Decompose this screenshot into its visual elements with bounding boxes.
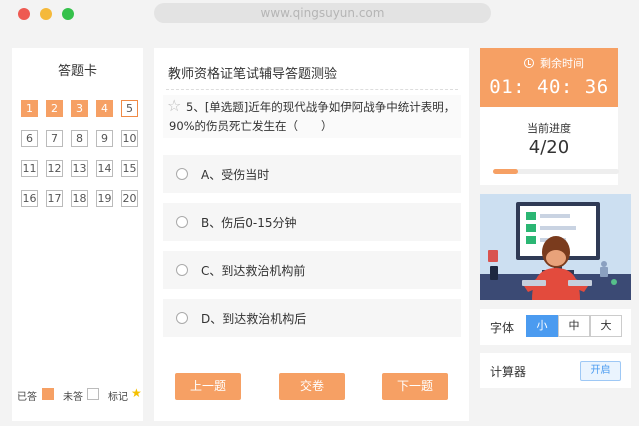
timer-header: 剩余时间 01: 40: 36 — [480, 48, 618, 107]
legend-unanswered-swatch — [87, 388, 99, 400]
calculator-open-button[interactable]: 开启 — [580, 361, 621, 381]
title-divider — [166, 89, 458, 90]
question-box: ☆ 5、[单选题]近年的现代战争如伊阿战争中统计表明，90%的伤员死亡发生在（ … — [163, 95, 461, 138]
answer-card-cell[interactable]: 11 — [21, 160, 38, 177]
option-d-label: D、到达救治机构后 — [201, 312, 307, 326]
answer-card-cell[interactable]: 5 — [121, 100, 138, 117]
answer-card-title: 答题卡 — [57, 64, 97, 79]
answer-card-cell[interactable]: 15 — [121, 160, 138, 177]
answer-card-cell[interactable]: 4 — [96, 100, 113, 117]
prev-question-button[interactable]: 上一题 — [175, 373, 241, 400]
next-question-button[interactable]: 下一题 — [382, 373, 448, 400]
answer-card-cell[interactable]: 7 — [46, 130, 63, 147]
font-size-medium-button[interactable]: 中 — [558, 315, 590, 337]
exam-title: 教师资格证笔试辅导答题测验 — [168, 67, 338, 82]
option-a-label: A、受伤当时 — [201, 168, 270, 182]
answer-card-cell[interactable]: 12 — [46, 160, 63, 177]
option-b[interactable]: B、伤后0-15分钟 — [163, 203, 461, 241]
option-c-radio[interactable] — [176, 264, 188, 276]
star-icon: ★ — [131, 386, 142, 400]
submit-exam-button[interactable]: 交卷 — [279, 373, 345, 400]
legend-marked-label: 标记 — [108, 392, 128, 403]
option-a[interactable]: A、受伤当时 — [163, 155, 461, 193]
answer-card-cell[interactable]: 17 — [46, 190, 63, 207]
answer-card-cell[interactable]: 16 — [21, 190, 38, 207]
calculator-label: 计算器 — [490, 365, 527, 379]
answer-card-cell[interactable]: 2 — [46, 100, 63, 117]
answer-card-cell[interactable]: 8 — [71, 130, 88, 147]
option-c[interactable]: C、到达救治机构前 — [163, 251, 461, 289]
question-text: 5、[单选题]近年的现代战争如伊阿战争中统计表明，90%的伤员死亡发生在（ ） — [169, 100, 456, 133]
question-panel: 教师资格证笔试辅导答题测验 ☆ 5、[单选题]近年的现代战争如伊阿战争中统计表明… — [154, 48, 469, 421]
progress-label: 当前进度 — [527, 122, 571, 135]
answer-card-cell[interactable]: 13 — [71, 160, 88, 177]
answer-card-cell[interactable]: 6 — [21, 130, 38, 147]
remaining-time-value: 01: 40: 36 — [489, 76, 609, 98]
legend-answered-label: 已答 — [17, 392, 37, 403]
window-titlebar: www.qingsuyun.com — [0, 0, 639, 28]
option-a-radio[interactable] — [176, 168, 188, 180]
answer-card-cell[interactable]: 1 — [21, 100, 38, 117]
answer-card-cell[interactable]: 18 — [71, 190, 88, 207]
legend-unanswered-label: 未答 — [63, 392, 83, 403]
font-size-small-button[interactable]: 小 — [526, 315, 558, 337]
calculator-panel: 计算器 开启 — [480, 353, 631, 388]
maximize-window-button[interactable] — [62, 8, 74, 20]
person-at-computer-illustration — [480, 194, 631, 300]
option-d-radio[interactable] — [176, 312, 188, 324]
answer-card-cell[interactable]: 20 — [121, 190, 138, 207]
study-illustration — [480, 194, 631, 300]
answer-card-legend: 已答 未答 标记 ★ — [17, 386, 143, 403]
timer-panel: 剩余时间 01: 40: 36 当前进度 4/20 — [480, 48, 619, 185]
answer-card-cell[interactable]: 14 — [96, 160, 113, 177]
answer-card-cell[interactable]: 3 — [71, 100, 88, 117]
legend-answered-swatch — [42, 388, 54, 400]
option-b-radio[interactable] — [176, 216, 188, 228]
option-d[interactable]: D、到达救治机构后 — [163, 299, 461, 337]
option-b-label: B、伤后0-15分钟 — [201, 216, 297, 230]
answer-card-cell[interactable]: 10 — [121, 130, 138, 147]
progress-bar-fill — [493, 169, 519, 174]
option-c-label: C、到达救治机构前 — [201, 264, 306, 278]
address-bar[interactable]: www.qingsuyun.com — [154, 3, 491, 23]
font-size-large-button[interactable]: 大 — [590, 315, 622, 337]
progress-value: 4/20 — [528, 137, 570, 158]
progress-bar — [493, 169, 619, 174]
minimize-window-button[interactable] — [40, 8, 52, 20]
font-size-panel: 字体 小 中 大 — [480, 309, 631, 345]
font-size-label: 字体 — [490, 321, 515, 335]
clock-icon — [524, 58, 534, 68]
remaining-time-label: 剩余时间 — [540, 57, 584, 70]
answer-card-panel: 答题卡 1 2 3 4 5 6 7 8 9 10 11 12 13 14 15 16 17 18 19 20 已答 未… — [12, 48, 143, 421]
close-window-button[interactable] — [18, 8, 30, 20]
answer-card-cell[interactable]: 19 — [96, 190, 113, 207]
answer-card-cell[interactable]: 9 — [96, 130, 113, 147]
